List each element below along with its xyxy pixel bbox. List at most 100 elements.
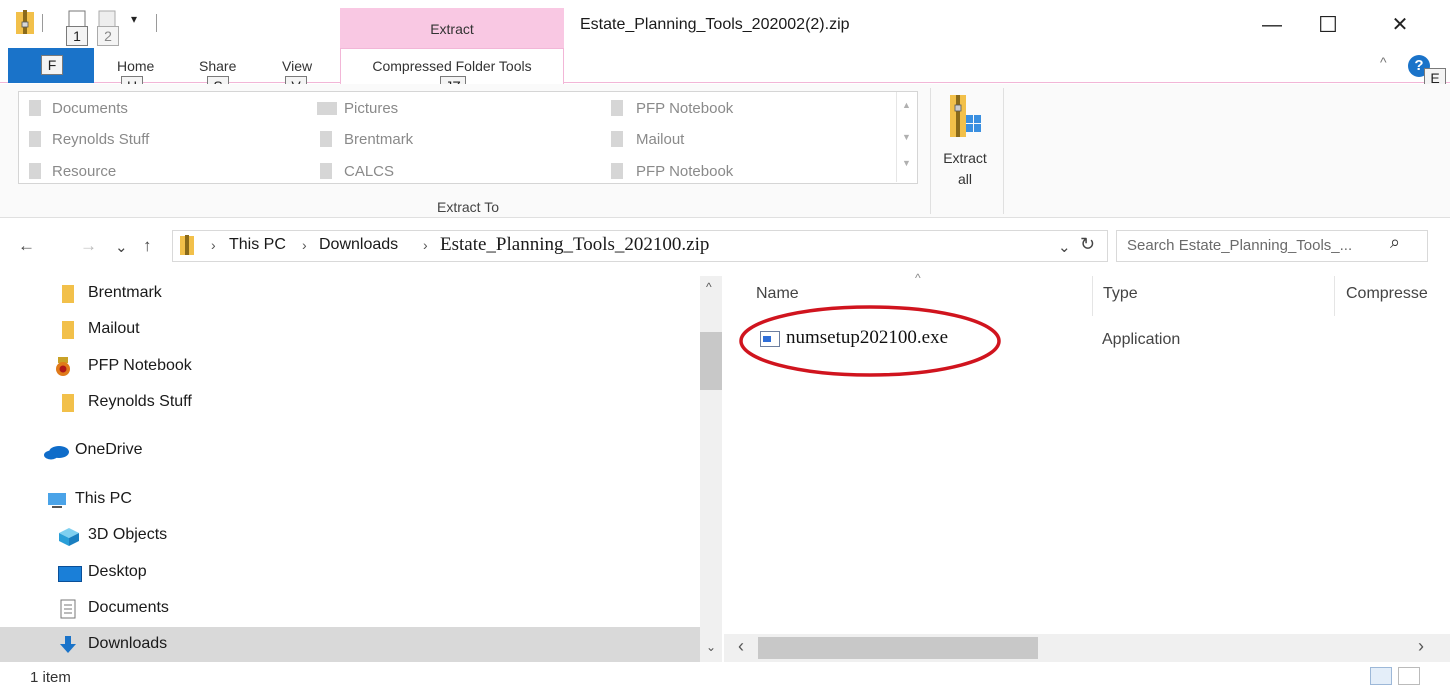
qat-separator xyxy=(156,14,157,32)
ribbon-divider xyxy=(1003,88,1004,214)
column-header-name[interactable]: Name xyxy=(756,285,799,303)
item-count: 1 item xyxy=(30,669,71,686)
status-bar xyxy=(0,662,1450,687)
extract-all-button[interactable]: Extract all xyxy=(935,148,995,190)
nav-item-label: Mailout xyxy=(88,320,140,337)
nav-item-label: This PC xyxy=(75,490,132,507)
nav-item-this-pc[interactable]: This PC xyxy=(0,482,700,518)
file-type: Application xyxy=(1102,331,1181,348)
tab-file[interactable]: F xyxy=(8,48,94,83)
nav-item-desktop[interactable]: Desktop xyxy=(0,555,700,591)
nav-item-label: 3D Objects xyxy=(88,526,168,543)
folder-icon xyxy=(320,131,332,147)
gallery-more-icon[interactable]: ▼ xyxy=(902,158,911,168)
extract-to-group-label: Extract To xyxy=(437,199,499,215)
nav-item-label: Reynolds Stuff xyxy=(88,393,192,410)
extract-to-documents[interactable]: Documents xyxy=(52,100,128,117)
nav-scroll-down-icon[interactable]: ⌄ xyxy=(706,640,716,654)
window-title: Estate_Planning_Tools_202002(2).zip xyxy=(580,16,850,33)
search-icon[interactable]: ⌕ xyxy=(1390,232,1400,253)
folder-icon xyxy=(62,321,74,339)
keytip-2: 2 xyxy=(97,26,119,46)
extract-to-gallery xyxy=(18,91,918,184)
folder-icon xyxy=(62,394,74,412)
onedrive-cloud-icon xyxy=(44,446,69,460)
folder-icon xyxy=(29,131,41,147)
nav-item-label: OneDrive xyxy=(75,441,143,458)
computer-icon xyxy=(48,493,66,508)
back-button[interactable]: ← xyxy=(18,236,35,256)
scroll-left-icon[interactable]: ‹ xyxy=(738,636,744,657)
documents-icon xyxy=(60,599,76,619)
collapse-ribbon-button[interactable]: ^ xyxy=(1380,54,1387,70)
nav-item-label: Documents xyxy=(88,599,169,616)
notebook-icon xyxy=(56,357,70,376)
context-tab-group-label: Extract xyxy=(430,21,474,37)
nav-item-label: Brentmark xyxy=(88,284,162,301)
folder-icon xyxy=(62,285,74,303)
folder-icon xyxy=(611,100,623,116)
nav-item-downloads[interactable]: Downloads xyxy=(0,627,700,662)
tab-view[interactable]: View xyxy=(282,58,312,74)
keytip-file: F xyxy=(41,55,63,75)
column-separator[interactable] xyxy=(1334,276,1335,316)
nav-item-mailout[interactable]: Mailout xyxy=(0,312,700,348)
tab-share[interactable]: Share xyxy=(199,58,236,74)
gallery-scrollbar[interactable]: ▲ ▼ ▼ xyxy=(896,92,916,182)
annotation-ellipse xyxy=(739,305,1001,377)
ribbon-divider xyxy=(930,88,931,214)
customize-qat-button[interactable]: ▾ xyxy=(131,12,137,26)
extract-to-pictures[interactable]: Pictures xyxy=(344,100,398,117)
extract-to-mailout[interactable]: Mailout xyxy=(636,131,684,148)
extract-to-resource[interactable]: Resource xyxy=(52,163,116,180)
details-view-icon[interactable] xyxy=(1370,667,1392,685)
folder-icon xyxy=(320,163,332,179)
desktop-icon xyxy=(58,566,82,582)
close-button[interactable]: ✕ xyxy=(1380,10,1420,40)
nav-item-documents[interactable]: Documents xyxy=(0,591,700,627)
pictures-folder-icon xyxy=(317,102,337,115)
nav-item-reynolds-stuff[interactable]: Reynolds Stuff xyxy=(0,385,700,421)
tab-compressed-folder-tools-label: Compressed Folder Tools xyxy=(372,58,532,74)
extract-to-pfp-notebook-2[interactable]: PFP Notebook xyxy=(636,163,733,180)
nav-item-onedrive[interactable]: OneDrive xyxy=(0,433,700,469)
horizontal-scrollbar-thumb[interactable] xyxy=(758,637,1038,659)
minimize-button[interactable]: — xyxy=(1252,10,1292,40)
breadcrumb-separator: › xyxy=(211,237,216,253)
column-header-compressed-size[interactable]: Compresse xyxy=(1346,285,1428,303)
zip-folder-icon[interactable] xyxy=(16,10,34,34)
breadcrumb-this-pc[interactable]: This PC xyxy=(229,236,286,254)
nav-item-pfp-notebook[interactable]: PFP Notebook xyxy=(0,349,700,385)
extract-to-pfp-notebook[interactable]: PFP Notebook xyxy=(636,100,733,117)
document-folder-icon xyxy=(29,100,41,116)
column-separator[interactable] xyxy=(1092,276,1093,316)
breadcrumb-separator: › xyxy=(423,237,428,253)
tab-home[interactable]: Home xyxy=(117,58,154,74)
column-header-type[interactable]: Type xyxy=(1103,285,1138,303)
nav-item-brentmark[interactable]: Brentmark xyxy=(0,276,700,312)
extract-to-calcs[interactable]: CALCS xyxy=(344,163,394,180)
up-button[interactable]: ↑ xyxy=(143,236,152,256)
nav-scroll-up-icon[interactable]: ^ xyxy=(706,280,712,294)
extract-to-brentmark[interactable]: Brentmark xyxy=(344,131,413,148)
folder-icon xyxy=(611,131,623,147)
scroll-right-icon[interactable]: › xyxy=(1418,636,1424,657)
nav-scrollbar-thumb[interactable] xyxy=(700,332,722,390)
gallery-down-icon[interactable]: ▼ xyxy=(902,132,911,142)
nav-item-label: Downloads xyxy=(88,635,168,652)
gallery-up-icon[interactable]: ▲ xyxy=(902,100,911,110)
maximize-button[interactable]: ☐ xyxy=(1308,10,1348,40)
large-icons-view-icon[interactable] xyxy=(1398,667,1420,685)
search-input[interactable]: Search Estate_Planning_Tools_... xyxy=(1116,230,1428,262)
forward-button[interactable]: → xyxy=(80,236,97,256)
breadcrumb-downloads[interactable]: Downloads xyxy=(319,236,398,254)
address-dropdown-button[interactable]: ⌄ xyxy=(1058,238,1071,256)
extract-to-reynolds-stuff[interactable]: Reynolds Stuff xyxy=(52,131,149,148)
nav-item-3d-objects[interactable]: 3D Objects xyxy=(0,518,700,554)
extract-all-icon[interactable] xyxy=(948,93,982,141)
refresh-button[interactable]: ↻ xyxy=(1080,234,1095,255)
sort-ascending-icon: ^ xyxy=(915,271,921,285)
folder-icon xyxy=(611,163,623,179)
breadcrumb-current-zip[interactable]: Estate_Planning_Tools_202100.zip xyxy=(440,234,709,256)
recent-locations-button[interactable]: ⌄ xyxy=(115,238,128,256)
